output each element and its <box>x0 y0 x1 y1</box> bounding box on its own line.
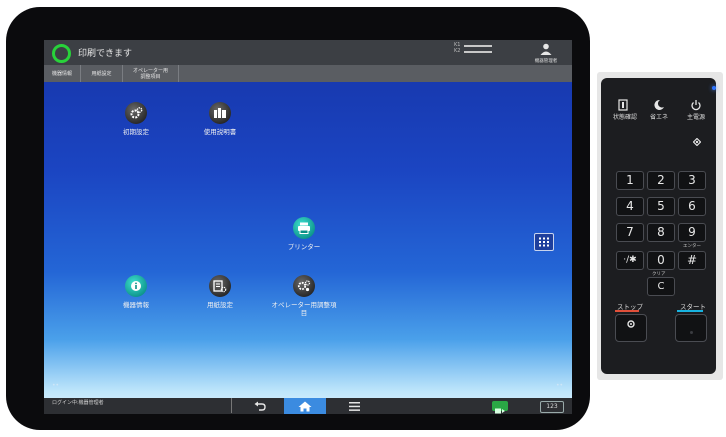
key-dot-star[interactable]: ·/✱ <box>616 251 644 270</box>
info-icon <box>125 275 147 297</box>
stop-accent <box>615 310 639 312</box>
app-label: 初期設定 <box>123 128 149 136</box>
key-2[interactable]: 2 <box>647 171 675 190</box>
start-accent <box>677 310 703 312</box>
power-led-icon <box>712 86 716 90</box>
start-button[interactable] <box>675 314 707 342</box>
manual-icon <box>209 102 231 124</box>
app-paper-settings[interactable]: 用紙設定 <box>180 275 260 309</box>
main-power-label: 主電源 <box>686 114 705 121</box>
status-text: 印刷できます <box>78 49 133 59</box>
key-1[interactable]: 1 <box>616 171 644 190</box>
app-operator-settings[interactable]: オペレーター用調整項 目 <box>264 275 344 317</box>
app-user-manual[interactable]: 使用説明書 <box>180 102 260 136</box>
paper-settings-icon <box>209 275 231 297</box>
device-bezel: 印刷できます K1 K2 機器管理者 機器情報 用紙設定 オペレーター用 調整項… <box>6 7 590 430</box>
home-icon <box>298 401 312 411</box>
grid-icon <box>539 237 549 247</box>
status-bar: 印刷できます K1 K2 機器管理者 <box>44 40 572 65</box>
tab-device-info[interactable]: 機器情報 <box>44 65 81 82</box>
key-3[interactable]: 3 <box>678 171 706 190</box>
stop-icon <box>627 320 635 328</box>
app-label: 使用説明書 <box>203 128 237 136</box>
toner-k1-bar <box>464 45 492 47</box>
toner-labels: K1 K2 <box>454 42 461 54</box>
control-panel: 状態確認 省エネ 主電源 1 2 3 4 5 6 7 8 9 エンター ·/✱ … <box>597 72 723 380</box>
printer-icon <box>293 217 315 239</box>
control-panel-face: 状態確認 省エネ 主電源 1 2 3 4 5 6 7 8 9 エンター ·/✱ … <box>601 78 716 374</box>
app-initial-settings[interactable]: 初期設定 <box>96 102 176 136</box>
moon-icon <box>654 99 664 110</box>
back-button[interactable] <box>240 398 280 414</box>
key-9[interactable]: 9 <box>678 223 706 242</box>
status-indicator-icon <box>52 44 71 63</box>
login-status-text: ログイン中:機器管理者 <box>52 400 104 406</box>
key-7[interactable]: 7 <box>616 223 644 242</box>
touch-screen: 印刷できます K1 K2 機器管理者 機器情報 用紙設定 オペレーター用 調整項… <box>44 40 572 414</box>
back-icon <box>254 401 266 411</box>
user-icon <box>540 43 552 55</box>
home-button[interactable] <box>284 398 326 414</box>
operator-settings-icon <box>293 275 315 297</box>
shortcut-tab-bar: 機器情報 用紙設定 オペレーター用 調整項目 <box>44 65 572 82</box>
enter-label: エンター <box>683 244 701 249</box>
system-bar: ログイン中:機器管理者 123 <box>44 398 572 414</box>
admin-label: 機器管理者 <box>534 59 558 64</box>
admin-login-button[interactable]: 機器管理者 <box>520 40 572 65</box>
menu-button[interactable] <box>334 398 374 414</box>
data-in-icon <box>692 137 702 147</box>
key-8[interactable]: 8 <box>647 223 675 242</box>
screen-switch-button[interactable] <box>492 401 508 414</box>
energy-saver-label: 省エネ <box>649 114 668 121</box>
menu-icon <box>348 401 360 411</box>
screen-switch-icon <box>495 408 505 414</box>
app-label: 機器情報 <box>123 301 149 309</box>
app-device-info[interactable]: 機器情報 <box>96 275 176 309</box>
gear-icon <box>125 102 147 124</box>
clear-key[interactable]: C <box>647 277 675 296</box>
key-0[interactable]: 0 <box>647 251 675 270</box>
toner-k2-bar <box>464 51 492 53</box>
key-5[interactable]: 5 <box>647 197 675 216</box>
app-label: プリンター <box>287 243 321 251</box>
counter-button[interactable]: 123 <box>540 401 564 413</box>
login-status-box: ログイン中:機器管理者 <box>46 398 232 413</box>
power-icon <box>691 100 701 111</box>
start-indicator-icon <box>690 331 693 334</box>
tab-paper-settings[interactable]: 用紙設定 <box>81 65 123 82</box>
data-in-indicator <box>692 131 702 150</box>
key-4[interactable]: 4 <box>616 197 644 216</box>
app-label: 用紙設定 <box>207 301 233 309</box>
app-list-button[interactable] <box>534 233 554 251</box>
stop-button[interactable] <box>615 314 647 342</box>
key-6[interactable]: 6 <box>678 197 706 216</box>
app-label: オペレーター用調整項 目 <box>271 301 337 317</box>
tab-operator-settings[interactable]: オペレーター用 調整項目 <box>123 65 179 82</box>
status-check-label: 状態確認 <box>612 114 637 121</box>
app-printer[interactable]: プリンター <box>264 217 344 251</box>
page-left-indicator-icon: •• <box>52 382 60 389</box>
page-right-indicator-icon: •• <box>556 382 564 389</box>
key-hash[interactable]: # <box>678 251 706 270</box>
status-check-icon <box>618 99 628 111</box>
